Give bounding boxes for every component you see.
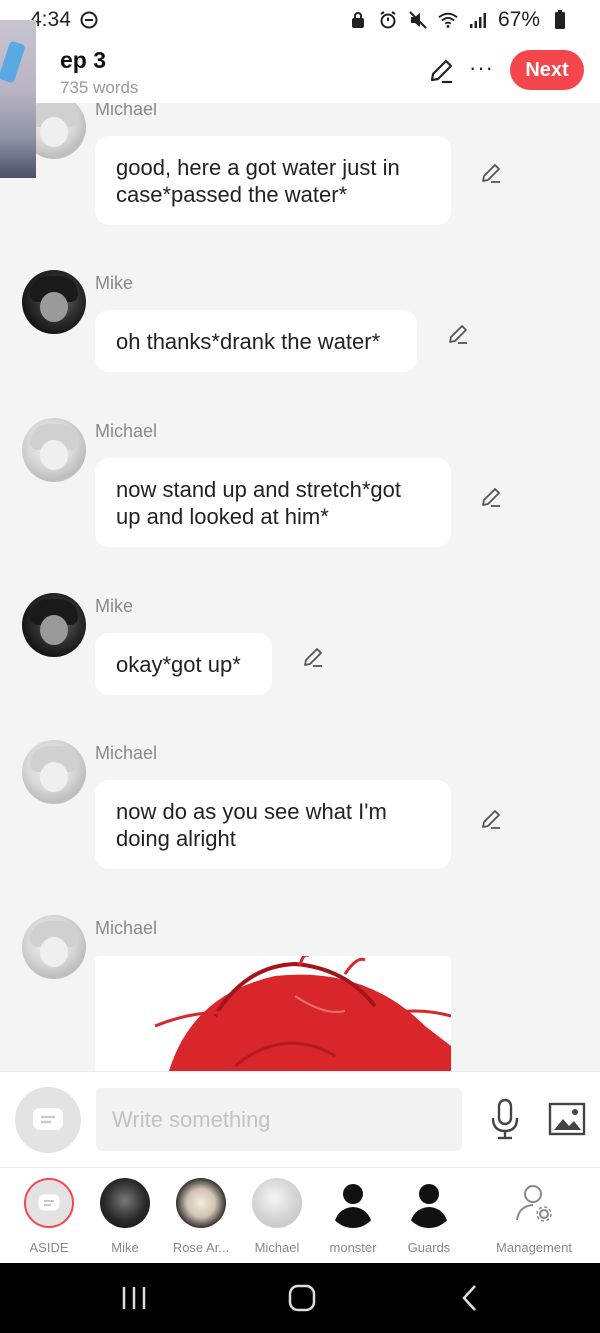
pencil-icon[interactable]	[301, 645, 325, 669]
microphone-icon	[491, 1098, 519, 1140]
message-text: oh thanks*drank the water*	[116, 328, 381, 354]
red-hair-illustration	[154, 956, 451, 1071]
voice-button[interactable]	[489, 1098, 521, 1140]
character-label: Michael	[254, 1240, 300, 1255]
avatar[interactable]	[22, 270, 86, 334]
system-back-button[interactable]	[450, 1283, 490, 1313]
back-icon	[462, 1285, 476, 1311]
character-michael[interactable]: Michael	[237, 1178, 317, 1255]
avatar	[176, 1178, 226, 1228]
avatar	[100, 1178, 150, 1228]
chapter-title: ep 3	[60, 47, 107, 73]
chat-bubble-icon	[33, 1108, 63, 1130]
wifi-icon	[438, 10, 458, 30]
message-bubble[interactable]: oh thanks*drank the water*	[95, 310, 417, 372]
character-label: monster	[329, 1240, 377, 1255]
character-management[interactable]: Management	[494, 1178, 574, 1255]
recents-button[interactable]	[114, 1283, 154, 1313]
message-text: okay*got up*	[116, 651, 241, 677]
home-button[interactable]	[282, 1283, 322, 1313]
avatar[interactable]	[22, 418, 86, 482]
character-monster[interactable]: monster	[313, 1178, 393, 1255]
message-bubble[interactable]: now stand up and stretch*got up and look…	[95, 458, 451, 547]
avatar[interactable]	[22, 915, 86, 979]
chat-bubble-icon	[24, 1178, 74, 1228]
pencil-icon[interactable]	[479, 161, 503, 185]
message-text: now stand up and stretch*got up and look…	[116, 476, 401, 529]
battery-level: 67%	[497, 8, 540, 31]
speaker-name: Michael	[95, 918, 158, 938]
chapter-header: ep 3 735 words ··· Next	[0, 40, 600, 103]
character-bar: ASIDE Mike Rose Ar... Michael monster Gu…	[0, 1167, 600, 1263]
message-bubble[interactable]: good, here a got water just in case*pass…	[95, 136, 451, 225]
character-label: Management	[496, 1240, 572, 1255]
user-settings-icon	[509, 1178, 559, 1228]
silhouette-icon	[404, 1178, 454, 1228]
image-upload-button[interactable]	[548, 1102, 586, 1136]
character-rose[interactable]: Rose Ar...	[161, 1178, 241, 1255]
message-bubble[interactable]: okay*got up*	[95, 633, 272, 695]
pencil-icon[interactable]	[446, 322, 470, 346]
character-label: Rose Ar...	[172, 1240, 230, 1255]
system-nav-bar	[0, 1263, 600, 1333]
composer-bar	[0, 1071, 600, 1167]
dnd-icon	[79, 10, 99, 30]
character-label: ASIDE	[29, 1240, 69, 1255]
battery-icon	[550, 10, 570, 30]
more-button[interactable]: ···	[469, 55, 494, 81]
message-image[interactable]	[95, 956, 451, 1071]
message-text: now do as you see what I'm doing alright	[116, 798, 387, 851]
word-count: 735 words	[60, 78, 139, 97]
signal-icon	[468, 10, 488, 30]
status-bar: 4:34 67%	[0, 0, 600, 40]
avatar[interactable]	[22, 593, 86, 657]
lock-icon	[348, 10, 368, 30]
message-input[interactable]	[96, 1088, 462, 1151]
status-time: 4:34	[30, 8, 71, 31]
character-aside[interactable]: ASIDE	[9, 1178, 89, 1255]
pencil-icon[interactable]	[479, 807, 503, 831]
edit-title-button[interactable]	[428, 58, 454, 84]
message-bubble[interactable]: now do as you see what I'm doing alright	[95, 780, 451, 869]
message-text: good, here a got water just in case*pass…	[116, 154, 400, 207]
character-label: Mike	[111, 1240, 139, 1255]
character-guards[interactable]: Guards	[389, 1178, 469, 1255]
recents-icon	[122, 1287, 146, 1309]
home-icon	[288, 1284, 316, 1312]
cover-thumbnail[interactable]	[0, 20, 36, 178]
alarm-icon	[378, 10, 398, 30]
avatar	[252, 1178, 302, 1228]
speaker-name: Michael	[95, 103, 158, 119]
pencil-icon	[430, 59, 453, 84]
chat-feed[interactable]: Michael good, here a got water just in c…	[0, 103, 600, 1071]
image-icon	[548, 1102, 586, 1136]
character-mike[interactable]: Mike	[85, 1178, 165, 1255]
pencil-icon[interactable]	[479, 485, 503, 509]
speaker-name: Michael	[95, 421, 158, 441]
speaker-name: Mike	[95, 596, 134, 616]
next-button[interactable]: Next	[510, 50, 584, 90]
speaker-name: Michael	[95, 743, 158, 763]
character-label: Guards	[407, 1240, 451, 1255]
speaker-name: Mike	[95, 273, 134, 293]
aside-toggle-button[interactable]	[15, 1087, 81, 1153]
silhouette-icon	[328, 1178, 378, 1228]
mute-icon	[408, 10, 428, 30]
avatar[interactable]	[22, 740, 86, 804]
